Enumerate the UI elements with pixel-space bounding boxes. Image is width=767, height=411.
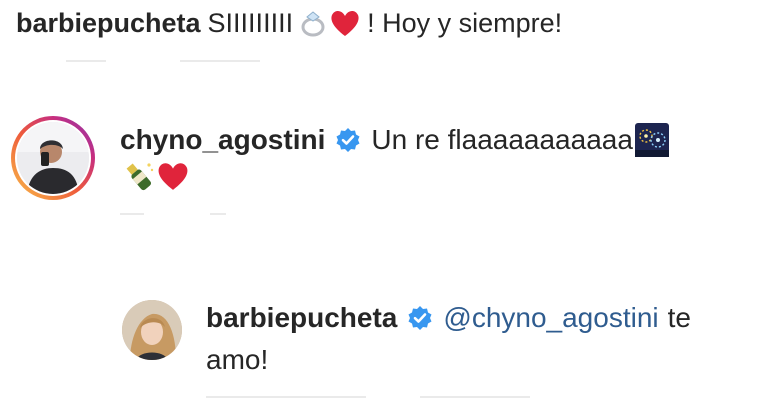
reply-text-line2: amo!	[206, 344, 269, 375]
faint-divider	[180, 60, 260, 62]
comment-username[interactable]: chyno_agostini	[120, 124, 325, 156]
reply-barbie: barbiepucheta @chyno_agostini te	[206, 298, 691, 338]
comment-chyno: chyno_agostini Un re flaaaaaaaaaaa	[120, 120, 669, 160]
heart-emoji	[156, 160, 190, 192]
caption-row: barbiepucheta SIIIIIIIII ! Hoy y siempre…	[16, 6, 562, 40]
comment-emoji-line	[120, 158, 190, 194]
avatar[interactable]	[17, 122, 89, 194]
avatar[interactable]	[122, 300, 182, 360]
verified-badge-icon	[407, 305, 433, 331]
mention-link[interactable]: @chyno_agostini	[443, 302, 658, 334]
faint-divider	[206, 396, 366, 398]
champagne-emoji	[120, 159, 156, 193]
faint-divider	[420, 396, 530, 398]
faint-divider	[66, 60, 106, 62]
comment-text: Un re flaaaaaaaaaaa	[371, 124, 633, 155]
caption-text-start: SIIIIIIIII	[207, 7, 294, 38]
ring-emoji	[299, 8, 329, 38]
reply-username[interactable]: barbiepucheta	[206, 302, 397, 334]
faint-divider	[210, 213, 226, 215]
verified-badge-icon	[335, 127, 361, 153]
caption-text-end: ! Hoy y siempre!	[367, 7, 563, 38]
reply-text-line1: te	[667, 302, 691, 333]
reply-line2: amo!	[206, 340, 268, 380]
caption-username[interactable]: barbiepucheta	[16, 8, 201, 39]
fireworks-emoji	[634, 123, 669, 157]
faint-divider	[120, 213, 144, 215]
heart-emoji	[329, 8, 361, 38]
